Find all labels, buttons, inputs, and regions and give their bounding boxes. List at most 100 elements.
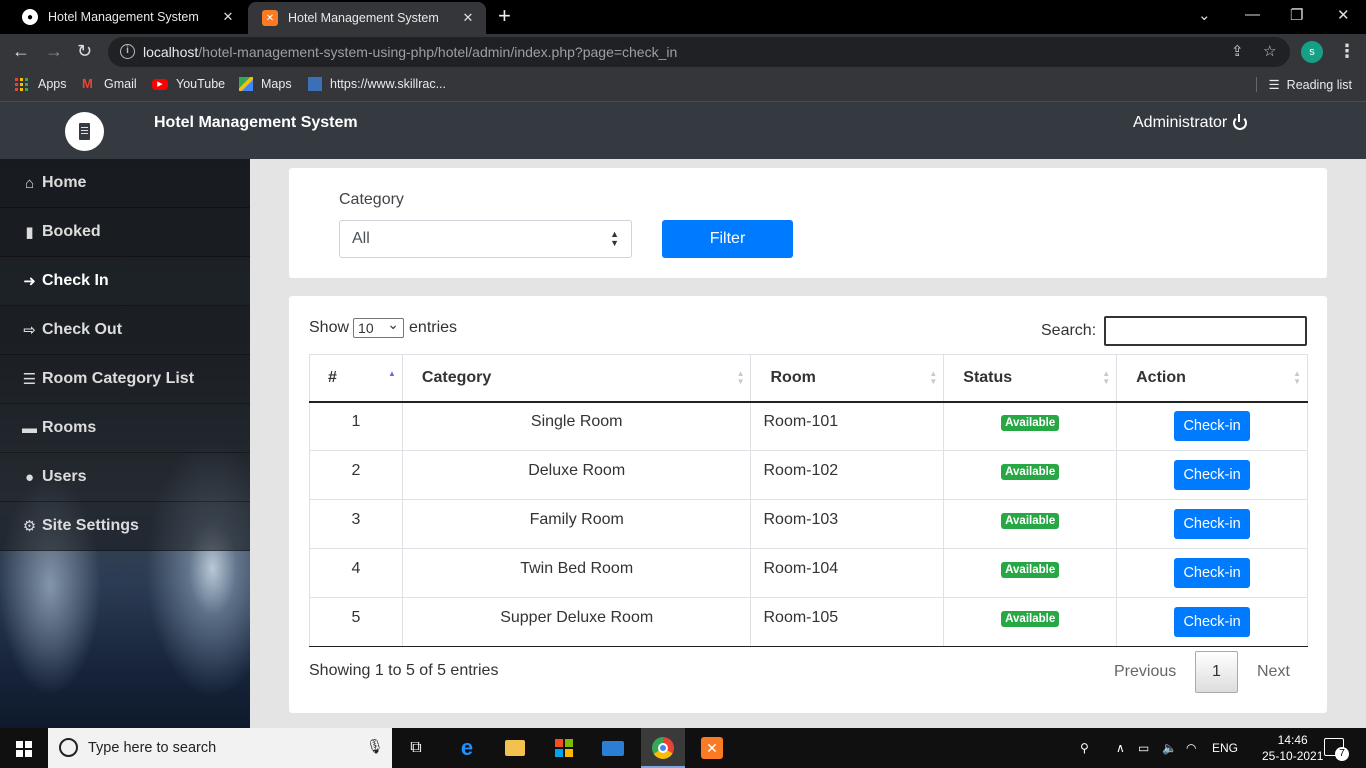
sidebar-item-check-out[interactable]: ⇨ Check Out bbox=[0, 306, 250, 355]
wifi-icon[interactable]: ◠ bbox=[1186, 741, 1196, 755]
sidebar-item-room-category-list[interactable]: ☰ Room Category List bbox=[0, 355, 250, 404]
globe-icon: ● bbox=[22, 9, 38, 25]
file-explorer-icon[interactable] bbox=[503, 736, 527, 760]
chrome-icon[interactable] bbox=[651, 736, 675, 760]
show-hidden-icons[interactable]: ∧ bbox=[1116, 741, 1125, 755]
table-row: 5 Supper Deluxe Room Room-105 Available … bbox=[309, 597, 1308, 647]
cell-text: 3 bbox=[351, 511, 361, 528]
filter-button[interactable]: Filter bbox=[662, 220, 793, 258]
new-tab-icon[interactable]: + bbox=[498, 5, 511, 27]
check-in-button[interactable]: Check-in bbox=[1174, 460, 1250, 490]
sidebar-item-check-in[interactable]: ➜ Check In bbox=[0, 257, 250, 306]
bookmark-maps[interactable]: Maps bbox=[239, 77, 292, 91]
reading-list-icon: ☰ bbox=[1268, 78, 1280, 92]
bookmark-youtube[interactable]: ▶ YouTube bbox=[152, 77, 225, 91]
bookmark-skillrack[interactable]: https://www.skillrac... bbox=[308, 77, 446, 91]
sort-icon: ▲ ▼ bbox=[1293, 369, 1301, 386]
check-in-button[interactable]: Check-in bbox=[1174, 509, 1250, 539]
task-view-icon[interactable]: ⧉ bbox=[404, 736, 428, 760]
sidebar-item-rooms[interactable]: ▬ Rooms bbox=[0, 404, 250, 453]
status-badge: Available bbox=[1001, 513, 1060, 529]
pagination-next[interactable]: Next bbox=[1257, 663, 1290, 681]
language-indicator[interactable]: ENG bbox=[1212, 741, 1238, 755]
cell-status: Available bbox=[943, 401, 1118, 451]
sidebar-item-site-settings[interactable]: ⚙ Site Settings bbox=[0, 502, 250, 551]
sidebar-item-users[interactable]: ● Users bbox=[0, 453, 250, 502]
star-icon[interactable]: ☆ bbox=[1263, 42, 1276, 60]
volume-icon[interactable]: 🔈 bbox=[1162, 741, 1177, 755]
pagination-page-1[interactable]: 1 bbox=[1195, 651, 1238, 693]
profile-avatar[interactable]: s bbox=[1301, 41, 1323, 63]
address-bar[interactable]: i localhost/hotel-management-system-usin… bbox=[108, 37, 1290, 67]
taskbar-clock[interactable]: 14:46 25-10-2021 bbox=[1262, 732, 1323, 764]
browser-tab-1[interactable]: ● Hotel Management System ✕ bbox=[8, 0, 246, 34]
table-row: 3 Family Room Room-103 Available Check-i… bbox=[309, 499, 1308, 549]
check-in-button[interactable]: Check-in bbox=[1174, 411, 1250, 442]
people-icon[interactable]: ⚲ bbox=[1080, 741, 1089, 755]
restore-icon[interactable]: ❐ bbox=[1290, 6, 1303, 24]
sort-icon: ▲ ▼ bbox=[1102, 369, 1111, 386]
bookmark-apps[interactable]: Apps bbox=[15, 77, 67, 91]
close-window-icon[interactable]: ✕ bbox=[1337, 6, 1350, 24]
check-in-button[interactable]: Check-in bbox=[1174, 607, 1250, 637]
menu-icon[interactable]: ⋮ bbox=[1338, 41, 1356, 62]
bookmark-gmail[interactable]: M Gmail bbox=[82, 76, 137, 92]
column-header-room[interactable]: Room ▲ ▼ bbox=[750, 354, 945, 403]
entries-length-control: Show 10 entries bbox=[309, 316, 458, 338]
column-header-status[interactable]: Status ▲ ▼ bbox=[943, 354, 1118, 403]
taskbar-search-box[interactable]: Type here to search 🎙 bbox=[48, 728, 392, 768]
battery-icon[interactable]: ▭ bbox=[1138, 741, 1149, 755]
reload-icon[interactable]: ↻ bbox=[77, 41, 92, 61]
category-select[interactable]: All ▲ ▼ bbox=[339, 220, 632, 258]
forward-icon[interactable]: → bbox=[45, 41, 63, 61]
cell-category: Single Room bbox=[401, 401, 752, 451]
column-header-action[interactable]: Action ▲ ▼ bbox=[1116, 354, 1308, 403]
admin-user-menu[interactable]: Administrator bbox=[1133, 114, 1248, 132]
search-input[interactable] bbox=[1104, 316, 1307, 346]
close-tab-icon[interactable]: ✕ bbox=[460, 10, 476, 26]
edge-icon[interactable]: e bbox=[455, 735, 479, 760]
microphone-icon[interactable]: 🎙 bbox=[366, 738, 384, 755]
sign-in-icon: ➜ bbox=[23, 273, 36, 290]
column-header-category[interactable]: Category ▲ ▼ bbox=[401, 354, 752, 403]
tab-search-icon[interactable]: ⌄ bbox=[1198, 6, 1211, 24]
back-icon[interactable]: ← bbox=[12, 41, 30, 61]
select-arrows-icon: ▲ ▼ bbox=[610, 229, 619, 248]
minimize-icon[interactable]: — bbox=[1245, 6, 1260, 23]
column-header-number[interactable]: # ▲ bbox=[309, 354, 403, 403]
store-icon[interactable] bbox=[552, 736, 576, 760]
column-header-label: # bbox=[328, 368, 337, 386]
list-icon: ☰ bbox=[22, 371, 37, 388]
close-tab-icon[interactable]: ✕ bbox=[220, 9, 236, 25]
gmail-icon: M bbox=[82, 76, 93, 91]
browser-tab-2[interactable]: ✕ Hotel Management System ✕ bbox=[248, 2, 486, 34]
entries-label: entries bbox=[409, 319, 458, 336]
entries-select[interactable]: 10 bbox=[353, 316, 405, 338]
cell-text: Room-103 bbox=[763, 511, 839, 528]
status-badge: Available bbox=[1001, 415, 1060, 432]
cortana-icon bbox=[59, 738, 78, 757]
windows-start-icon[interactable] bbox=[16, 741, 32, 757]
clock-time: 14:46 bbox=[1277, 733, 1308, 747]
sidebar-item-home[interactable]: ⌂ Home bbox=[0, 159, 250, 208]
browser-toolbar: ← → ↻ i localhost/hotel-management-syste… bbox=[0, 34, 1366, 70]
check-in-button[interactable]: Check-in bbox=[1174, 558, 1250, 588]
reading-list-button[interactable]: ☰ Reading list bbox=[1255, 77, 1352, 92]
taskbar-search-placeholder: Type here to search bbox=[88, 740, 217, 756]
xampp-taskbar-icon[interactable]: ✕ bbox=[700, 736, 724, 760]
cell-text: Family Room bbox=[529, 511, 624, 528]
share-icon[interactable]: ⇪ bbox=[1231, 42, 1244, 60]
filter-card: Category All ▲ ▼ Filter bbox=[289, 168, 1327, 278]
power-icon[interactable] bbox=[1233, 114, 1248, 130]
column-header-label: Room bbox=[770, 368, 816, 386]
sidebar-item-booked[interactable]: ▮ Booked bbox=[0, 208, 250, 257]
notification-center-icon[interactable]: 7 bbox=[1324, 738, 1349, 761]
skillrack-icon bbox=[308, 77, 322, 91]
cell-text: 5 bbox=[351, 609, 361, 626]
show-label: Show bbox=[309, 319, 350, 336]
info-icon[interactable]: i bbox=[120, 44, 135, 59]
rooms-table-card: Show 10 entries Search: #▲ Category▲▼ Ro… bbox=[289, 296, 1327, 713]
pagination-previous[interactable]: Previous bbox=[1114, 663, 1176, 681]
mail-icon[interactable] bbox=[601, 736, 625, 760]
cell-action: Check-in bbox=[1116, 450, 1308, 500]
